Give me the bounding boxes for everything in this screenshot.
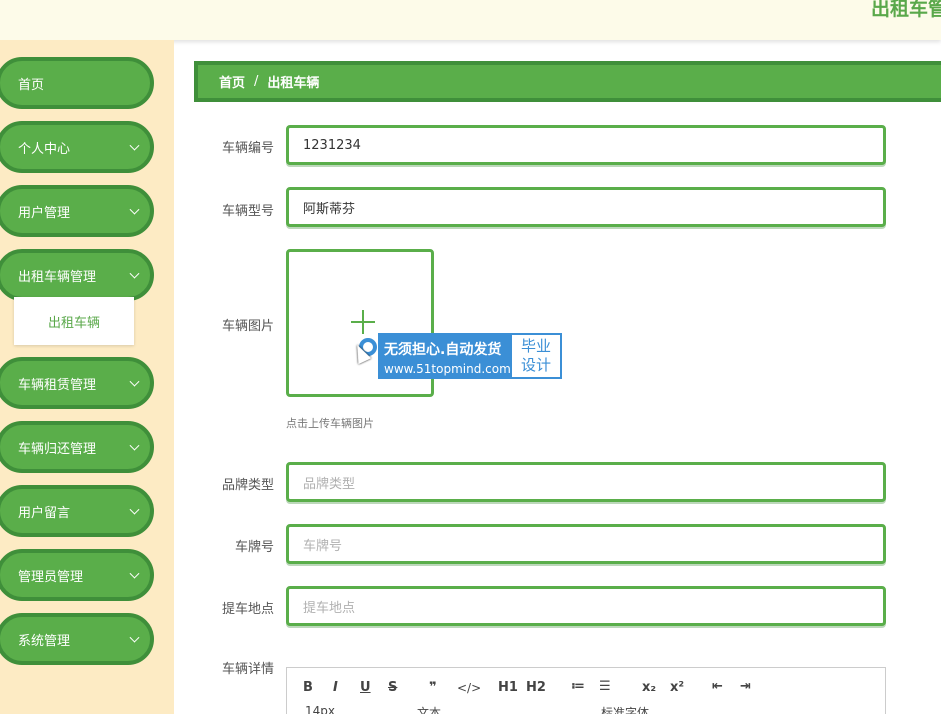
sidebar-item-user-messages[interactable]: 用户留言 bbox=[0, 485, 154, 537]
chevron-down-icon bbox=[129, 376, 140, 387]
vehicle-model-field[interactable]: 阿斯蒂芬 bbox=[286, 187, 886, 227]
sidebar-item-label: 车辆归还管理 bbox=[18, 441, 97, 457]
sidebar-item-system-management[interactable]: 系统管理 bbox=[0, 613, 154, 665]
sidebar-item-personal-center[interactable]: 个人中心 bbox=[0, 121, 154, 173]
watermark-banner: 无须担心.自动发货 www.51topmind.com 毕业 设计 bbox=[378, 333, 562, 379]
quote-button[interactable]: ❞ bbox=[429, 680, 437, 695]
breadcrumb-current: 出租车辆 bbox=[267, 76, 320, 91]
underline-button[interactable]: U bbox=[360, 680, 371, 695]
subscript-button[interactable]: x₂ bbox=[642, 680, 656, 695]
sidebar-item-label: 管理员管理 bbox=[18, 569, 84, 585]
chevron-down-icon bbox=[129, 504, 140, 515]
watermark-text: 无须担心.自动发货 bbox=[384, 342, 502, 358]
sidebar-item-admin-management[interactable]: 管理员管理 bbox=[0, 549, 154, 601]
sidebar-item-label: 出租车辆管理 bbox=[18, 269, 97, 285]
sidebar-item-label: 车辆租赁管理 bbox=[18, 377, 97, 393]
h2-button[interactable]: H2 bbox=[526, 680, 546, 695]
watermark-url: www.51topmind.com bbox=[384, 362, 511, 376]
chevron-down-icon bbox=[129, 140, 140, 151]
vehicle-model-label: 车辆型号 bbox=[221, 204, 274, 219]
chevron-down-icon bbox=[129, 204, 140, 215]
sidebar-item-vehicle-rental-management[interactable]: 车辆租赁管理 bbox=[0, 357, 154, 409]
chevron-down-icon bbox=[129, 268, 140, 279]
sidebar-item-label: 个人中心 bbox=[18, 141, 71, 157]
code-button[interactable]: </> bbox=[457, 681, 481, 695]
watermark-badge: 毕业 设计 bbox=[512, 335, 560, 377]
bullet-list-button[interactable]: ☰ bbox=[599, 679, 611, 694]
plate-no-label: 车牌号 bbox=[234, 540, 274, 555]
upload-hint: 点击上传车辆图片 bbox=[286, 417, 374, 430]
rich-text-editor[interactable]: B I U S ❞ </> H1 H2 ≔ ☰ x₂ x² ⇤ ⇥ 14px 文… bbox=[286, 667, 886, 714]
outdent-button[interactable]: ⇤ bbox=[712, 679, 723, 694]
brand-type-label: 品牌类型 bbox=[221, 478, 274, 493]
chevron-down-icon bbox=[129, 568, 140, 579]
details-label: 车辆详情 bbox=[221, 662, 274, 677]
plate-no-field[interactable]: 车牌号 bbox=[286, 524, 886, 564]
h1-button[interactable]: H1 bbox=[498, 680, 518, 695]
superscript-button[interactable]: x² bbox=[670, 680, 684, 695]
italic-button[interactable]: I bbox=[333, 680, 338, 695]
app-title: 出租车管 bbox=[870, 0, 941, 20]
breadcrumb: 首页 / 出租车辆 bbox=[194, 61, 941, 102]
vehicle-no-label: 车辆编号 bbox=[221, 141, 274, 156]
sidebar-item-home[interactable]: 首页 bbox=[0, 57, 154, 109]
sidebar-item-label: 用户管理 bbox=[18, 205, 71, 221]
strike-button[interactable]: S bbox=[388, 680, 397, 695]
vehicle-no-field[interactable]: 1231234 bbox=[286, 125, 886, 165]
sidebar-item-label: 首页 bbox=[18, 77, 45, 93]
chevron-down-icon bbox=[129, 632, 140, 643]
sidebar-subitem-rental-vehicles[interactable]: 出租车辆 bbox=[14, 297, 134, 345]
indent-button[interactable]: ⇥ bbox=[740, 679, 751, 694]
sidebar-item-user-management[interactable]: 用户管理 bbox=[0, 185, 154, 237]
pickup-location-label: 提车地点 bbox=[221, 602, 274, 617]
breadcrumb-separator: / bbox=[254, 74, 259, 89]
sidebar-item-rental-vehicle-management[interactable]: 出租车辆管理 bbox=[0, 249, 154, 301]
brand-type-field[interactable]: 品牌类型 bbox=[286, 462, 886, 502]
ordered-list-button[interactable]: ≔ bbox=[571, 679, 585, 694]
plus-icon bbox=[351, 310, 375, 334]
pickup-location-field[interactable]: 提车地点 bbox=[286, 586, 886, 626]
text-style-select[interactable]: 文本 bbox=[417, 704, 441, 714]
sidebar-item-vehicle-return-management[interactable]: 车辆归还管理 bbox=[0, 421, 154, 473]
watermark-badge-line: 设计 bbox=[520, 356, 551, 374]
font-family-select[interactable]: 标准字体 bbox=[601, 704, 649, 714]
font-size-select[interactable]: 14px bbox=[305, 704, 335, 714]
chevron-down-icon bbox=[129, 440, 140, 451]
watermark-badge-line: 毕业 bbox=[520, 337, 551, 355]
vehicle-image-label: 车辆图片 bbox=[221, 319, 274, 334]
bold-button[interactable]: B bbox=[303, 680, 313, 695]
top-bar: 出租车管 bbox=[0, 0, 941, 40]
breadcrumb-home[interactable]: 首页 bbox=[219, 72, 245, 91]
sidebar-item-label: 系统管理 bbox=[18, 633, 71, 649]
sidebar-item-label: 用户留言 bbox=[18, 505, 71, 521]
